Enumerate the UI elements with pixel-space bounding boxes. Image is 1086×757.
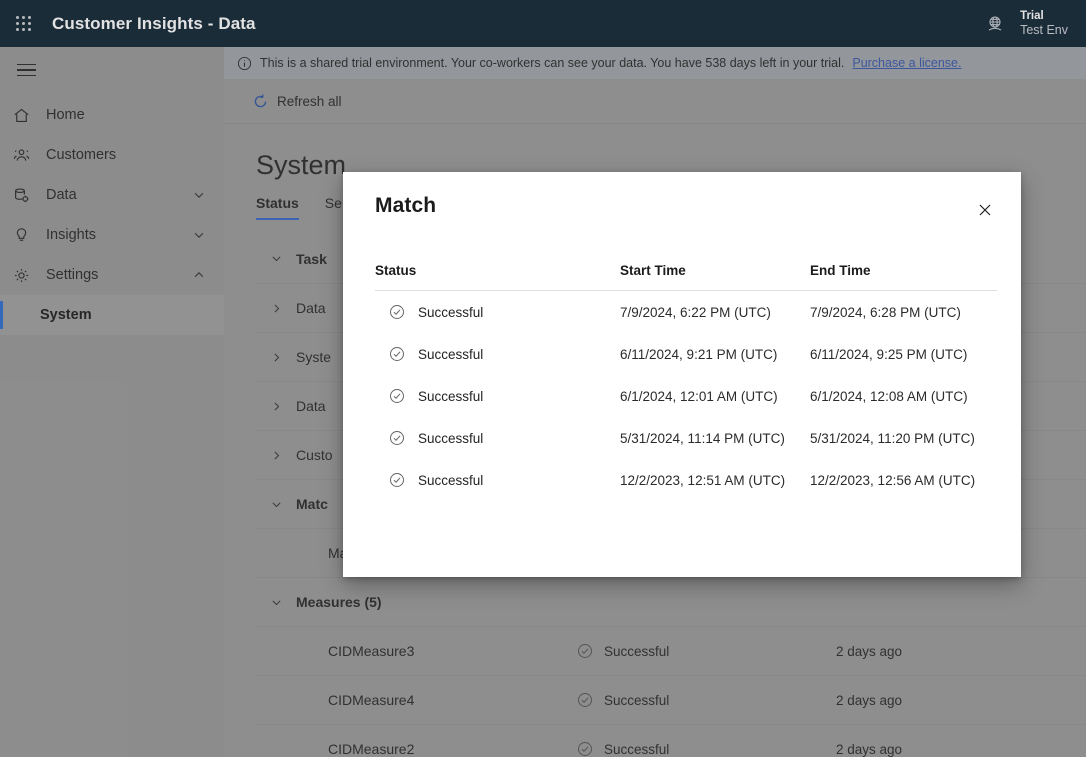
cell-start-time: 6/1/2024, 12:01 AM (UTC) <box>620 388 778 404</box>
table-row[interactable]: Successful 6/11/2024, 9:21 PM (UTC) 6/11… <box>375 333 997 375</box>
match-dialog: Match Status Start Time End Time Success… <box>343 172 1021 577</box>
cell-start-time: 5/31/2024, 11:14 PM (UTC) <box>620 430 785 446</box>
dialog-title: Match <box>375 194 437 217</box>
cell-status: Successful <box>375 471 620 489</box>
table-row[interactable]: Successful 7/9/2024, 6:22 PM (UTC) 7/9/2… <box>375 291 997 333</box>
check-circle-icon <box>388 345 406 363</box>
cell-end-time: 7/9/2024, 6:28 PM (UTC) <box>810 304 961 320</box>
status-label: Successful <box>418 472 484 488</box>
column-header-end-time: End Time <box>810 263 871 278</box>
column-header-start-time: Start Time <box>620 263 686 278</box>
check-circle-icon <box>388 303 406 321</box>
dialog-header: Match <box>343 172 1021 226</box>
cell-start-time: 12/2/2023, 12:51 AM (UTC) <box>620 472 786 488</box>
status-label: Successful <box>418 388 484 404</box>
table-row[interactable]: Successful 5/31/2024, 11:14 PM (UTC) 5/3… <box>375 417 997 459</box>
cell-end-time: 12/2/2023, 12:56 AM (UTC) <box>810 472 976 488</box>
cell-status: Successful <box>375 429 620 447</box>
cell-end-time: 5/31/2024, 11:20 PM (UTC) <box>810 430 975 446</box>
check-circle-icon <box>388 429 406 447</box>
app-root: Customer Insights - Data Trial Test Env <box>0 0 1086 757</box>
cell-end-time: 6/1/2024, 12:08 AM (UTC) <box>810 388 968 404</box>
cell-end-time: 6/11/2024, 9:25 PM (UTC) <box>810 346 968 362</box>
check-circle-icon <box>388 387 406 405</box>
status-label: Successful <box>418 430 484 446</box>
cell-start-time: 6/11/2024, 9:21 PM (UTC) <box>620 346 778 362</box>
column-header-status: Status <box>375 263 417 278</box>
run-history-table: Status Start Time End Time Successful 7/… <box>375 263 997 501</box>
status-label: Successful <box>418 304 484 320</box>
table-row[interactable]: Successful 6/1/2024, 12:01 AM (UTC) 6/1/… <box>375 375 997 417</box>
cell-status: Successful <box>375 303 620 321</box>
table-row[interactable]: Successful 12/2/2023, 12:51 AM (UTC) 12/… <box>375 459 997 501</box>
cell-status: Successful <box>375 345 620 363</box>
close-icon[interactable] <box>969 194 1001 226</box>
cell-start-time: 7/9/2024, 6:22 PM (UTC) <box>620 304 771 320</box>
status-label: Successful <box>418 346 484 362</box>
check-circle-icon <box>388 471 406 489</box>
cell-status: Successful <box>375 387 620 405</box>
table-header-row: Status Start Time End Time <box>375 263 997 291</box>
